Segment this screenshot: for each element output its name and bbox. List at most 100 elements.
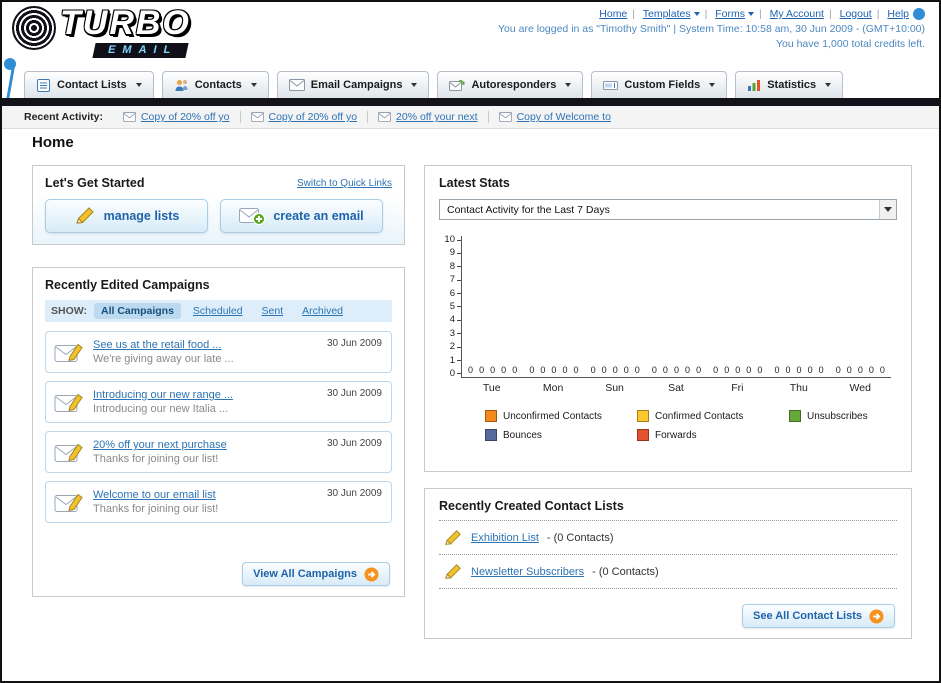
legend-label: Forwards <box>655 429 697 441</box>
help-link[interactable]: Help <box>887 8 909 20</box>
logout-link[interactable]: Logout <box>840 8 872 20</box>
campaign-subtitle: Thanks for joining our list! <box>93 503 219 515</box>
my-account-link[interactable]: My Account <box>770 8 824 20</box>
create-email-button[interactable]: create an email <box>220 199 383 233</box>
get-started-buttons: manage lists create an email <box>45 199 392 233</box>
recent-activity-link[interactable]: Copy of Welcome to <box>517 111 611 123</box>
bar-group: 00000 <box>585 365 646 375</box>
nav-tab-custom-fields[interactable]: Custom Fields <box>591 71 728 98</box>
get-started-panel: Let's Get Started Switch to Quick Links … <box>32 165 405 245</box>
bar-group: 00000 <box>830 365 891 375</box>
chart-value-groups: 00000000000000000000000000000000000 <box>462 365 891 375</box>
nav-tab-contact-lists[interactable]: Contact Lists <box>24 71 154 98</box>
nav-tab-email-campaigns[interactable]: Email Campaigns <box>276 71 430 98</box>
home-link[interactable]: Home <box>599 8 627 20</box>
bar-value-label: 0 <box>634 365 640 375</box>
legend-swatch-icon <box>637 410 649 422</box>
show-label: SHOW: <box>51 305 87 317</box>
campaign-title-link[interactable]: Introducing our new range ... <box>93 389 233 401</box>
legend-swatch-icon <box>485 429 497 441</box>
filter-tab-scheduled[interactable]: Scheduled <box>186 303 250 319</box>
legend-item: Bounces <box>485 429 637 441</box>
templates-link[interactable]: Templates <box>643 8 691 20</box>
main-nav: Contact Lists Contacts Email Campaigns A… <box>2 68 939 98</box>
nav-tab-contacts[interactable]: Contacts <box>161 71 269 98</box>
bar-group: 00000 <box>646 365 707 375</box>
legend-label: Unconfirmed Contacts <box>503 410 602 422</box>
autoresponders-icon <box>449 79 466 92</box>
contact-list-item[interactable]: Exhibition List - (0 Contacts) <box>439 521 897 555</box>
bar-value-label: 0 <box>735 365 741 375</box>
header: TURBO EMAIL Home Templates Forms My Acco… <box>2 2 939 111</box>
nav-tab-statistics[interactable]: Statistics <box>735 71 844 98</box>
campaign-title-link[interactable]: 20% off your next purchase <box>93 439 227 451</box>
bar-value-label: 0 <box>673 365 679 375</box>
campaign-item[interactable]: 20% off your next purchase Thanks for jo… <box>45 431 392 473</box>
stats-period-select[interactable]: Contact Activity for the Last 7 Days <box>439 199 897 220</box>
nav-tab-label: Custom Fields <box>624 79 701 91</box>
forms-link[interactable]: Forms <box>715 8 745 20</box>
y-axis-tick-label: 5 <box>439 302 461 311</box>
chevron-down-icon <box>411 83 418 87</box>
filter-tab-all-campaigns[interactable]: All Campaigns <box>93 303 181 319</box>
edit-campaign-icon <box>54 340 84 365</box>
bar-value-label: 0 <box>540 365 546 375</box>
bar-value-label: 0 <box>696 365 702 375</box>
help-icon[interactable] <box>913 8 925 21</box>
campaigns-title: Recently Edited Campaigns <box>45 278 210 292</box>
contact-list-item[interactable]: Newsletter Subscribers - (0 Contacts) <box>439 555 897 589</box>
manage-lists-label: manage lists <box>103 209 180 223</box>
y-axis-tick-label: 7 <box>439 275 461 284</box>
bar-value-label: 0 <box>651 365 657 375</box>
email-campaigns-icon <box>288 79 305 91</box>
header-utility: Home Templates Forms My Account Logout H… <box>498 7 925 52</box>
campaign-text: 20% off your next purchase Thanks for jo… <box>93 439 227 465</box>
nav-tab-autoresponders[interactable]: Autoresponders <box>437 71 584 98</box>
recent-activity-item: Copy of 20% off yo <box>239 111 368 123</box>
switch-quick-links[interactable]: Switch to Quick Links <box>297 178 392 189</box>
contact-list-meta: - (0 Contacts) <box>546 532 614 544</box>
bar-value-label: 0 <box>479 365 485 375</box>
bar-value-label: 0 <box>807 365 813 375</box>
filter-tab-sent[interactable]: Sent <box>255 303 291 319</box>
legend-label: Confirmed Contacts <box>655 410 744 422</box>
campaign-title-link[interactable]: See us at the retail food ... <box>93 339 234 351</box>
campaign-text: See us at the retail food ... We're givi… <box>93 339 234 365</box>
y-axis-tick-label: 1 <box>439 355 461 365</box>
bar-value-label: 0 <box>868 365 874 375</box>
y-axis-tick-label: 6 <box>439 288 461 298</box>
recent-activity-link[interactable]: Copy of 20% off yo <box>269 111 358 123</box>
nav-tab-label: Contacts <box>194 79 242 91</box>
recent-activity-item: 20% off your next <box>367 111 488 123</box>
campaign-item[interactable]: Welcome to our email list Thanks for joi… <box>45 481 392 523</box>
view-all-campaigns-button[interactable]: View All Campaigns <box>242 562 390 586</box>
campaign-item[interactable]: See us at the retail food ... We're givi… <box>45 331 392 373</box>
campaign-text: Introducing our new range ... Introducin… <box>93 389 233 415</box>
bar-value-label: 0 <box>846 365 852 375</box>
chart-x-labels: Tue Mon Sun Sat Fri Thu Wed <box>461 382 897 394</box>
select-arrow-box <box>879 200 896 219</box>
x-axis-label: Tue <box>482 382 501 394</box>
campaign-subtitle: Thanks for joining our list! <box>93 453 219 465</box>
bar-value-label: 0 <box>796 365 802 375</box>
bar-value-label: 0 <box>612 365 618 375</box>
filter-tab-archived[interactable]: Archived <box>295 303 350 319</box>
envelope-icon <box>378 112 392 122</box>
contact-list-link[interactable]: Newsletter Subscribers <box>471 566 584 578</box>
bar-group: 00000 <box>707 365 768 375</box>
envelope-plus-icon <box>239 206 266 226</box>
recent-activity-link[interactable]: 20% off your next <box>396 111 478 123</box>
chevron-down-icon <box>825 83 832 87</box>
campaign-item[interactable]: Introducing our new range ... Introducin… <box>45 381 392 423</box>
campaign-subtitle: Introducing our new Italia ... <box>93 403 229 415</box>
recent-activity-link[interactable]: Copy of 20% off yo <box>141 111 230 123</box>
recent-activity-item: Copy of 20% off yo <box>113 111 240 123</box>
chevron-down-icon <box>565 83 572 87</box>
see-all-contact-lists-button[interactable]: See All Contact Lists <box>741 604 895 628</box>
campaign-subtitle: We're giving away our late ... <box>93 353 234 365</box>
legend-item: Forwards <box>637 429 789 441</box>
chevron-down-icon <box>250 83 257 87</box>
campaign-title-link[interactable]: Welcome to our email list <box>93 489 218 501</box>
contact-list-link[interactable]: Exhibition List <box>471 532 539 544</box>
manage-lists-button[interactable]: manage lists <box>45 199 208 233</box>
